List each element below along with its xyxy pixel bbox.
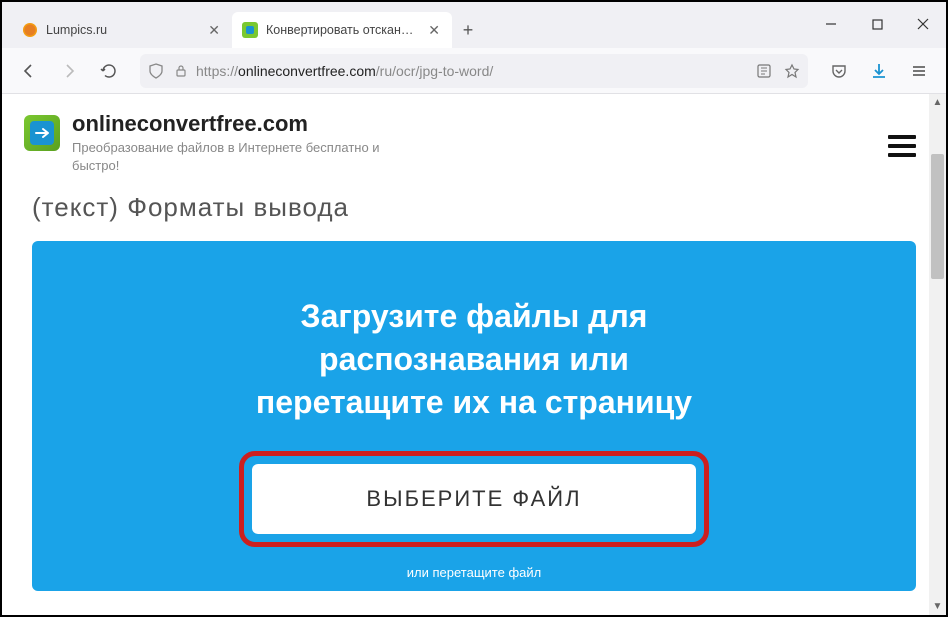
orange-favicon-icon (22, 22, 38, 38)
close-icon[interactable]: ✕ (206, 22, 222, 39)
upload-area[interactable]: Загрузите файлы для распознавания или пе… (32, 241, 916, 591)
back-button[interactable] (12, 54, 46, 88)
reader-icon[interactable] (756, 63, 772, 79)
maximize-button[interactable] (854, 2, 900, 46)
scroll-thumb[interactable] (931, 154, 944, 279)
scroll-down-icon[interactable]: ▼ (929, 598, 946, 615)
forward-button[interactable] (52, 54, 86, 88)
tab-title: Конвертировать отсканирован (266, 23, 418, 37)
bookmark-icon[interactable] (784, 63, 800, 79)
site-logo-icon (24, 115, 60, 151)
url-prefix: https:// (196, 63, 238, 79)
upload-title: Загрузите файлы для распознавания или пе… (174, 295, 774, 425)
browser-toolbar: https://onlineconvertfree.com/ru/ocr/jpg… (2, 48, 946, 94)
address-bar[interactable]: https://onlineconvertfree.com/ru/ocr/jpg… (140, 54, 808, 88)
scroll-up-icon[interactable]: ▲ (929, 94, 946, 111)
tab-title: Lumpics.ru (46, 23, 198, 37)
convert-favicon-icon (242, 22, 258, 38)
site-tagline: Преобразование файлов в Интернете беспла… (72, 139, 412, 175)
url-text: https://onlineconvertfree.com/ru/ocr/jpg… (196, 63, 748, 79)
shield-icon[interactable] (148, 63, 164, 79)
site-logo-block[interactable]: onlineconvertfree.com Преобразование фай… (24, 111, 412, 175)
window-controls (808, 2, 946, 48)
site-name: onlineconvertfree.com (72, 111, 412, 137)
app-menu-icon[interactable] (902, 54, 936, 88)
pocket-icon[interactable] (822, 54, 856, 88)
new-tab-button[interactable]: + (452, 12, 484, 48)
select-file-button[interactable]: ВЫБЕРИТЕ ФАЙЛ (252, 464, 696, 534)
vertical-scrollbar[interactable]: ▲ ▼ (929, 94, 946, 615)
url-domain: onlineconvertfree.com (238, 63, 376, 79)
drag-hint: или перетащите файл (62, 565, 886, 580)
lock-icon[interactable] (174, 64, 188, 78)
tab-convert[interactable]: Конвертировать отсканирован ✕ (232, 12, 452, 48)
minimize-button[interactable] (808, 2, 854, 46)
tab-strip: Lumpics.ru ✕ Конвертировать отсканирован… (12, 2, 484, 48)
browser-title-bar: Lumpics.ru ✕ Конвертировать отсканирован… (2, 2, 946, 48)
site-header: onlineconvertfree.com Преобразование фай… (2, 94, 946, 192)
site-menu-button[interactable] (888, 130, 916, 162)
tab-lumpics[interactable]: Lumpics.ru ✕ (12, 12, 232, 48)
url-path: /ru/ocr/jpg-to-word/ (376, 63, 493, 79)
reload-button[interactable] (92, 54, 126, 88)
page-content: onlineconvertfree.com Преобразование фай… (2, 94, 946, 615)
highlight-annotation: ВЫБЕРИТЕ ФАЙЛ (239, 451, 709, 547)
downloads-icon[interactable] (862, 54, 896, 88)
partial-heading: (текст) Форматы вывода (2, 192, 946, 229)
close-window-button[interactable] (900, 2, 946, 46)
close-icon[interactable]: ✕ (426, 22, 442, 39)
plus-icon: + (463, 20, 474, 41)
